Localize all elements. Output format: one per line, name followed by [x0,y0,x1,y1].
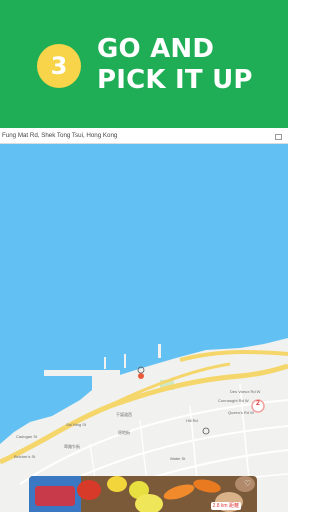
banner-headline: GO AND PICK IT UP [97,34,253,96]
street-label: 屈地街 [118,430,130,435]
promo-banner: 3 GO AND PICK IT UP [0,0,288,128]
headline-line-1: GO AND [97,34,215,64]
map-canvas [0,338,288,512]
jetty-3 [158,344,161,358]
street-label: Des Voeux Rd W [230,389,261,394]
map-pin-head [138,373,144,379]
address-text: Fung Mat Rd, Shek Tong Tsui, Hong Kong [2,132,118,139]
street-label: Queen's Rd W [228,410,254,415]
jetty-2 [124,354,126,368]
street-label: Connaught Rd W [218,398,249,403]
map-view[interactable]: 2 Des Voeux Rd W Queen's Rd W Connaught … [0,144,288,512]
expand-icon[interactable] [275,134,282,140]
step-number-badge: 3 [37,44,81,88]
cluster-count[interactable]: 2 [256,400,260,407]
headline-line-2: PICK IT UP [97,65,253,95]
street-label: Cadogan St [16,434,38,439]
street-label: Sai Ning St [66,422,87,427]
street-label: Water St [170,456,186,461]
distance-badge: 2.8 km 距離 [210,502,241,510]
address-bar[interactable]: Fung Mat Rd, Shek Tong Tsui, Hong Kong [0,128,288,144]
jetty-1 [104,357,106,369]
street-label: Belcher's St [14,454,36,459]
heart-icon[interactable]: ♡ [244,480,251,488]
street-label: 卑路乍街 [64,444,80,449]
street-label: Hill Rd [186,418,198,423]
listing-card-photo[interactable]: ♡ 2.8 km 距離 [29,476,257,512]
street-label: 干諾道西 [116,412,132,417]
